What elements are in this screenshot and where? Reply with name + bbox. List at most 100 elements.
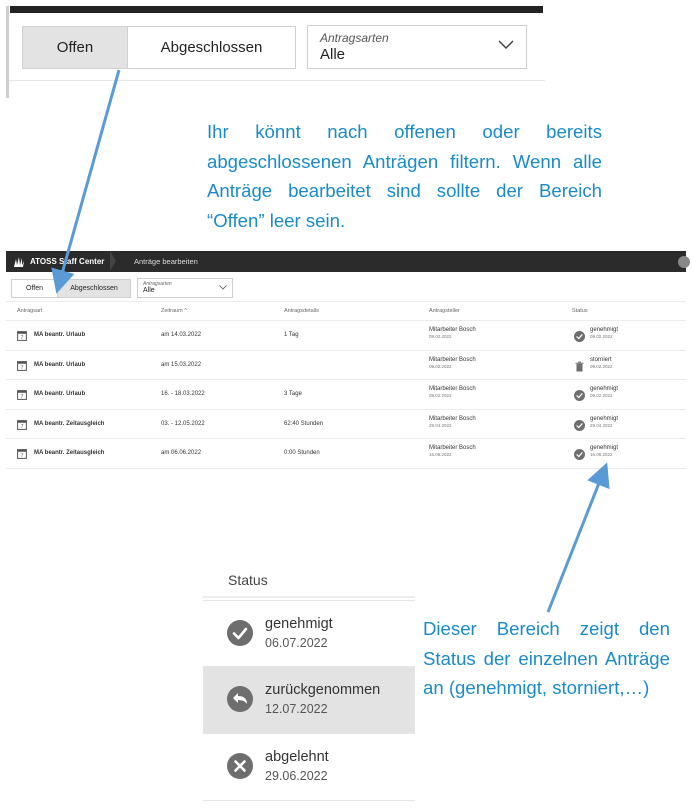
column-header-antragsdetails[interactable]: Antragsdetails [284,308,319,314]
status-explanation-text: Dieser Bereich zeigt den Status der einz… [423,618,670,698]
check-circle-icon [574,331,585,342]
status-date: 09.02.2022 [590,334,613,339]
svg-text:7: 7 [21,394,24,400]
cell-antragsart: MA beantr. Zeitausgleich [34,450,105,456]
requester-name: Mitarbeiter Bosch [429,356,476,363]
calendar-icon: 7 [17,360,27,371]
app-brand-name: ATOSS Staff Center [30,257,105,266]
zoomed-filter-bar: Offen Abgeschlossen Antragsarten Alle [0,0,545,100]
svg-text:7: 7 [21,453,24,459]
calendar-icon: 7 [17,331,27,341]
x-circle-icon [227,753,253,779]
status-date: 29.04.2022 [590,422,613,428]
svg-text:7: 7 [21,424,24,430]
column-header-zeitraum[interactable]: Zeitraum ^ [161,308,187,314]
status-item-label: genehmigt [265,616,333,632]
column-header-antragsteller[interactable]: Antragsteller [429,308,460,314]
cell-antragsart: MA beantr. Urlaub [34,391,86,397]
calendar-icon: 7 [17,419,27,430]
cell-zeitraum: am 15.03.2022 [161,361,202,368]
trash-icon [575,361,584,371]
calendar-icon: 7 [17,390,27,400]
tab-abgeschlossen[interactable]: Abgeschlossen [128,27,295,68]
requests-app-screenshot: ATOSS Staff Center Anträge bearbeiten Of… [6,251,690,476]
cell-zeitraum: am 14.03.2022 [161,332,202,338]
check-circle-icon [574,449,585,460]
cell-antragsdetails: 62:40 Stunden [284,420,324,427]
status-label: genehmigt [590,415,619,422]
status-item-date: 06.07.2022 [265,636,328,650]
status-date: 16.06.2022 [590,452,613,457]
svg-text:7: 7 [21,365,24,371]
status-date: 09.02.2022 [590,393,613,398]
undo-circle-icon [227,686,253,712]
filter-explanation-text: Ihr könnt nach offenen oder bereits abge… [207,121,602,231]
status-item-zurueckgenommen: zurückgenommen 12.07.2022 [203,667,415,734]
cell-antragsteller: Mitarbeiter Bosch 09.02.2022 [429,327,476,339]
cell-antragsdetails: 1 Tag [284,332,299,338]
requester-name: Mitarbeiter Bosch [429,327,476,333]
cell-status: genehmigt 29.04.2022 [590,416,618,428]
chevron-down-icon [219,285,227,290]
check-circle-icon [227,620,253,646]
status-label: genehmigt [590,327,619,333]
requester-date: 16.06.2022 [429,452,452,457]
cell-antragsart: MA beantr. Urlaub [34,332,86,338]
cell-antragsteller: Mitarbeiter Bosch 29.04.2022 [429,416,476,428]
check-circle-icon [574,419,585,431]
requester-date: 09.02.2022 [429,363,452,369]
cell-zeitraum: 16. - 18.03.2022 [161,391,205,397]
app-titlebar: ATOSS Staff Center Anträge bearbeiten [6,251,690,272]
arrow-to-status-column [546,462,610,613]
status-item-genehmigt: genehmigt 06.07.2022 [203,600,415,667]
requester-date: 09.02.2022 [429,393,452,398]
column-header-antragsart[interactable]: Antragsart [17,308,42,314]
status-panel-header: Status [203,562,415,598]
app-filter-row: Offen Abgeschlossen Antragsarten Alle [6,272,686,302]
filter-bar-divider [9,80,545,81]
app-request-type-select[interactable]: Antragsarten Alle [137,278,233,298]
table-row[interactable]: 7 MA beantr. Urlaub am 15.03.2022 Mitarbeit… [6,351,686,380]
requests-table: Antragsart Zeitraum ^ Antragsdetails Ant… [6,302,686,469]
app-status-filter-toggle: Offen Abgeschlossen [11,279,131,298]
requester-date: 09.02.2022 [429,334,452,339]
requester-name: Mitarbeiter Bosch [429,386,476,392]
user-avatar-icon[interactable] [678,256,690,268]
tab-offen[interactable]: Offen [23,27,128,68]
chevron-down-icon [498,40,514,50]
status-detail-panel: Status genehmigt 06.07.2022 zurückgenomm… [203,562,415,802]
atoss-logo-icon [14,256,24,267]
header-strip [10,6,543,13]
status-item-date: 12.07.2022 [265,702,328,716]
table-header: Antragsart Zeitraum ^ Antragsdetails Ant… [6,302,686,321]
table-row[interactable]: 7 MA beantr. Zeitausgleich 03. - 12.05.202… [6,410,686,439]
column-header-status[interactable]: Status [572,308,588,314]
cell-status: storniert 09.02.2022 [590,357,613,369]
request-type-select-label: Antragsarten [320,31,389,45]
status-filter-toggle: Offen Abgeschlossen [22,26,296,69]
cell-zeitraum: am 06.06.2022 [161,450,202,456]
app-brand[interactable]: ATOSS Staff Center [6,251,110,272]
status-label: storniert [590,356,612,363]
request-type-select[interactable]: Antragsarten Alle [307,25,527,69]
status-item-date: 29.06.2022 [265,769,328,783]
status-item-abgelehnt: abgelehnt 29.06.2022 [203,734,415,801]
status-date: 09.02.2022 [590,363,613,369]
table-row[interactable]: 7 MA beantr. Urlaub 16. - 18.03.2022 3 Tage… [6,380,686,410]
status-label: genehmigt [590,445,619,451]
table-row[interactable]: 7 MA beantr. Urlaub am 14.03.2022 1 Tag Mita… [6,321,686,351]
breadcrumb-separator [110,251,116,271]
app-tab-offen[interactable]: Offen [12,280,58,297]
cell-antragsteller: Mitarbeiter Bosch 09.02.2022 [429,357,476,369]
svg-text:7: 7 [21,335,24,341]
calendar-icon: 7 [17,449,27,459]
cell-antragsdetails: 0:00 Stunden [284,450,320,456]
left-divider [6,6,9,98]
request-type-select-value: Alle [320,46,346,63]
app-tab-abgeschlossen[interactable]: Abgeschlossen [58,280,130,297]
status-item-label: zurückgenommen [265,682,381,698]
cell-status: genehmigt 09.02.2022 [590,327,618,339]
requester-name: Mitarbeiter Bosch [429,415,476,422]
table-row[interactable]: 7 MA beantr. Zeitausgleich am 06.06.2022 0:… [6,439,686,469]
cell-status: genehmigt 09.02.2022 [590,386,618,398]
